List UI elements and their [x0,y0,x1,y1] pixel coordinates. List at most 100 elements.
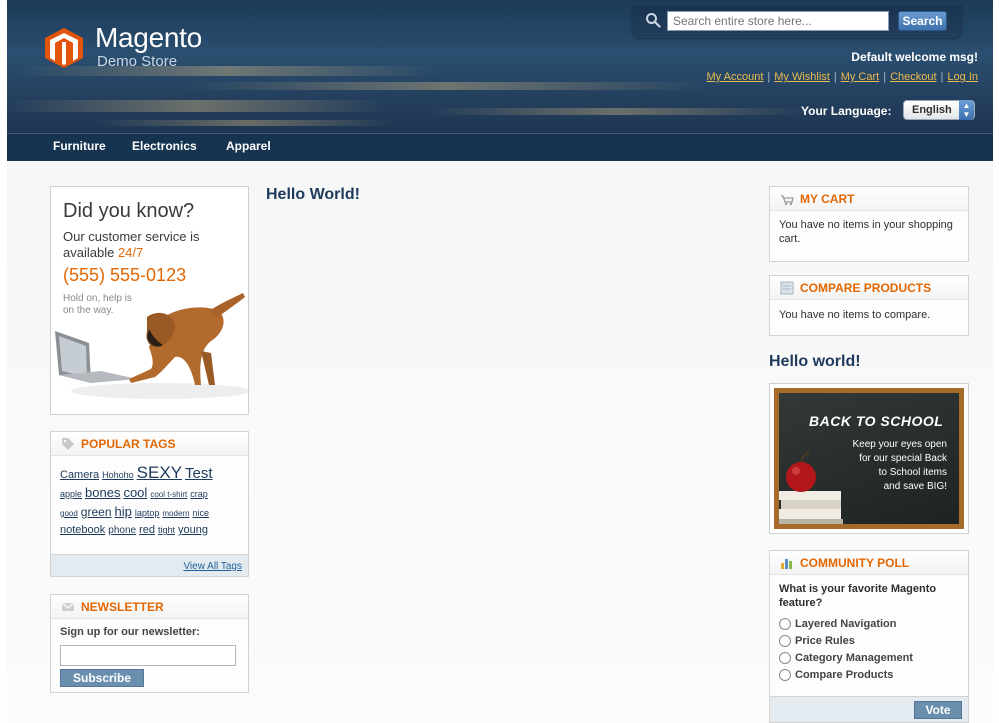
page-title: Hello World! [266,186,360,203]
right-gutter [993,0,999,723]
poll-icon [781,559,792,569]
promo-line-1: Keep your eyes open [852,439,947,450]
community-poll-header: Community Poll [770,551,968,575]
left-border [0,0,7,723]
tag-link[interactable]: crap [190,489,208,499]
tag-link[interactable]: modern [162,509,189,518]
callout-line-2-text: available [63,245,118,260]
callout-title: Did you know? [63,200,195,222]
language-label: Your Language: [801,104,892,118]
books-apple-image [779,452,843,524]
popular-tags-header: Popular Tags [51,432,248,456]
newsletter-title: Newsletter [81,600,164,614]
tag-link[interactable]: laptop [135,508,160,518]
account-links: My Account | My Wishlist | My Cart | Checkout |… [706,71,978,83]
subscribe-button[interactable]: Subscribe [60,669,144,687]
compare-products-message: You have no items to compare. [779,309,931,321]
radio-button[interactable] [779,618,791,630]
callout-line-1: Our customer service is [63,229,200,244]
poll-option-label: Category Management [795,652,913,664]
promo-line-2: for our special Back [859,453,947,464]
tag-link[interactable]: tight [158,525,175,535]
radio-button[interactable] [779,652,791,664]
my-cart-link[interactable]: My Cart [841,71,880,83]
poll-option-label: Price Rules [795,635,855,647]
poll-option-label: Layered Navigation [795,618,897,630]
page: Magento Demo Store Search Default welcom… [7,0,993,723]
tags-footer: View All Tags [51,554,248,576]
tag-link[interactable]: Hohoho [102,470,134,480]
newsletter-label: Sign up for our newsletter: [60,626,200,638]
tag-cloud: Camera Hohoho SEXY Test apple bones cool cool … [51,456,248,545]
sidebar-title: Hello world! [769,353,861,370]
log-in-link[interactable]: Log In [947,71,978,83]
tag-link[interactable]: Test [185,465,213,482]
poll-option-label: Compare Products [795,669,894,681]
mini-cart-box: My Cart You have no items in your shoppi… [769,186,969,262]
callout-line-2: available 24/7 [63,245,143,260]
poll-option[interactable]: Category Management [779,651,959,665]
tag-link[interactable]: nice [193,508,210,518]
back-to-school-banner[interactable]: BACK TO SCHOOL Keep your eyes open for o… [769,383,969,534]
popular-tags-title: Popular Tags [81,437,176,451]
newsletter-header: Newsletter [51,595,248,619]
main-navigation: Furniture Electronics Apparel [7,133,993,161]
promo-line-4: and save BIG! [883,481,947,492]
nav-item-electronics[interactable]: Electronics [132,139,197,153]
tag-link[interactable]: notebook [60,524,105,536]
tag-link[interactable]: apple [60,489,82,499]
view-all-tags-link[interactable]: View All Tags [183,561,242,572]
search-input[interactable] [667,11,889,31]
tag-link[interactable]: good [60,509,78,518]
tag-link[interactable]: hip [115,504,132,519]
tag-link[interactable]: green [81,505,112,519]
compare-products-header: Compare Products [770,276,968,300]
compare-products-title: Compare Products [800,281,932,295]
tag-link[interactable]: phone [108,525,136,536]
language-select[interactable]: English ▲ ▼ [903,100,975,120]
tag-link[interactable]: SEXY [137,463,182,482]
mini-cart-header: My Cart [770,187,968,211]
document-icon [780,281,794,295]
popular-tags-box: Popular Tags Camera Hohoho SEXY Test apple b… [50,431,249,577]
radio-button[interactable] [779,635,791,647]
poll-option[interactable]: Price Rules [779,634,959,648]
my-wishlist-link[interactable]: My Wishlist [774,71,830,83]
poll-option[interactable]: Layered Navigation [779,617,959,631]
customer-service-callout[interactable]: Did you know? Our customer service is av… [50,186,249,415]
tag-link[interactable]: cool t-shirt [150,490,187,499]
callout-highlight: 24/7 [117,245,144,260]
envelope-icon [61,602,75,611]
cart-icon [781,195,794,206]
vote-button[interactable]: Vote [914,701,962,719]
nav-item-furniture[interactable]: Furniture [53,139,106,153]
tag-link[interactable]: bones [85,485,120,500]
search-button[interactable]: Search [898,11,947,31]
header: Magento Demo Store Search Default welcom… [7,0,993,133]
welcome-message: Default welcome msg! [851,50,978,64]
dog-laptop-image [55,293,248,399]
tag-link[interactable]: young [178,524,208,536]
tag-link[interactable]: Camera [60,469,99,481]
magento-logo-icon[interactable] [45,28,83,68]
tag-link[interactable]: red [139,524,155,536]
logo-name[interactable]: Magento [95,22,202,54]
newsletter-body: Sign up for our newsletter: Subscribe [51,619,248,694]
radio-button[interactable] [779,669,791,681]
newsletter-box: Newsletter Sign up for our newsletter: S… [50,594,249,693]
mini-cart-title: My Cart [800,192,855,206]
tag-link[interactable]: cool [123,485,147,500]
mini-cart-message: You have no items in your shopping cart. [779,219,953,245]
tag-icon [62,438,74,450]
select-arrows-icon: ▲ ▼ [959,100,974,120]
checkout-link[interactable]: Checkout [890,71,936,83]
newsletter-email-input[interactable] [60,645,236,666]
my-account-link[interactable]: My Account [707,71,764,83]
poll-option[interactable]: Compare Products [779,668,959,682]
search-icon [646,13,661,28]
community-poll-box: Community Poll What is your favorite Mag… [769,550,969,723]
nav-item-apparel[interactable]: Apparel [226,139,271,153]
poll-footer: Vote [770,696,968,722]
poll-question: What is your favorite Magento feature? [779,583,937,609]
logo-subtitle[interactable]: Demo Store [97,53,177,70]
